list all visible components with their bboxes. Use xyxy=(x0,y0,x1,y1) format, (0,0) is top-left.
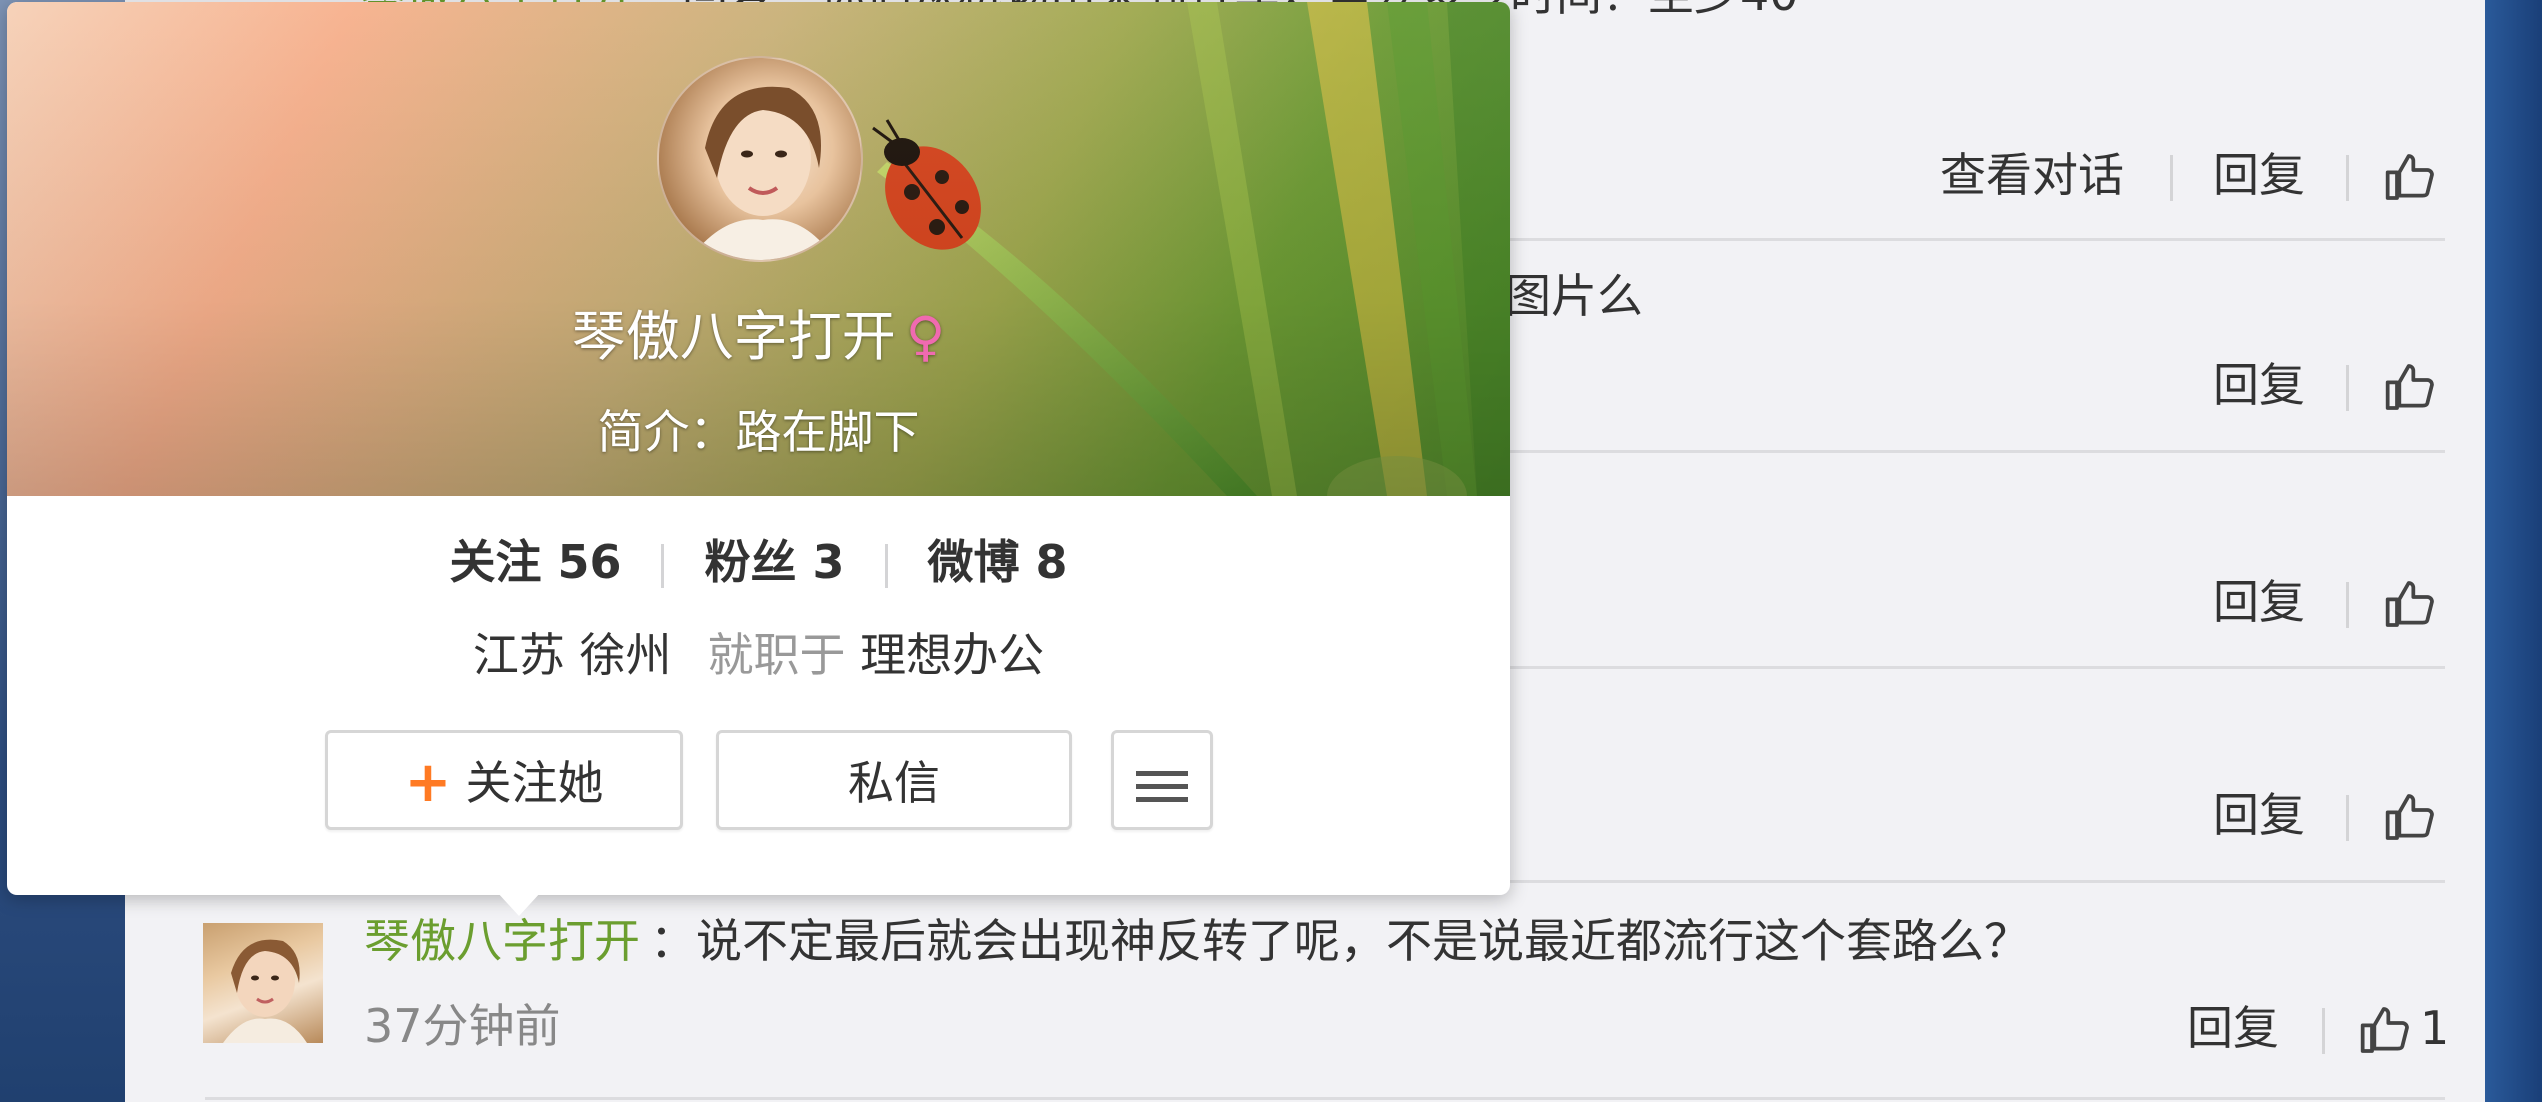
message-button[interactable]: 私信 xyxy=(716,730,1072,830)
action-separator xyxy=(2346,582,2349,628)
profile-avatar[interactable] xyxy=(657,56,863,262)
menu-icon xyxy=(1136,770,1188,802)
profile-name: 琴傲八字打开 ♀ xyxy=(7,302,1510,372)
reply-link[interactable]: 回复 xyxy=(2187,1000,2279,1056)
view-conversation-link[interactable]: 查看对话 xyxy=(1940,147,2124,203)
like-icon[interactable] xyxy=(2358,1002,2414,1058)
action-separator xyxy=(2322,1008,2325,1054)
weibo-count[interactable]: 微博 8 xyxy=(888,529,1108,595)
action-separator xyxy=(2346,155,2349,201)
like-icon[interactable] xyxy=(2383,789,2439,845)
like-icon[interactable] xyxy=(2383,359,2439,415)
reply-link[interactable]: 回复 xyxy=(2213,787,2305,843)
more-menu-button[interactable] xyxy=(1111,730,1213,830)
like-icon[interactable] xyxy=(2383,576,2439,632)
avatar-face-icon xyxy=(689,86,835,260)
reply-link[interactable]: 回复 xyxy=(2213,357,2305,413)
following-count[interactable]: 关注 56 xyxy=(409,529,661,595)
profile-location-line: 江苏 徐州 就职于 理想办公 xyxy=(7,622,1510,688)
work-prefix: 就职于 xyxy=(707,628,846,682)
reply-link[interactable]: 回复 xyxy=(2213,147,2305,203)
like-count: 1 xyxy=(2420,1001,2450,1055)
comment-text: ：说不定最后就会出现神反转了呢，不是说最近都流行这个套路么？ xyxy=(650,914,2030,968)
follow-button-label: 关注她 xyxy=(465,756,604,810)
comment-author-link[interactable]: 琴傲八字打开 xyxy=(364,911,640,971)
comment-text-partial: 图片么 xyxy=(1505,269,1643,323)
like-icon[interactable] xyxy=(2383,149,2439,205)
profile-name-text[interactable]: 琴傲八字打开 xyxy=(572,305,896,368)
profile-workplace: 理想办公 xyxy=(860,628,1045,682)
card-pointer-arrow xyxy=(497,892,541,916)
follow-button[interactable]: + 关注她 xyxy=(325,730,683,830)
profile-cover-image: 琴傲八字打开 ♀ 简介：路在脚下 xyxy=(7,2,1510,496)
profile-card: 琴傲八字打开 ♀ 简介：路在脚下 关注 56 粉丝 3 微博 8 江苏 徐州 就职于 理… xyxy=(7,2,1510,916)
reply-link[interactable]: 回复 xyxy=(2213,574,2305,630)
plus-icon: + xyxy=(404,750,452,815)
desktop-background-right xyxy=(2485,0,2542,1102)
action-separator xyxy=(2346,365,2349,411)
action-separator xyxy=(2170,155,2173,201)
comment-timestamp: 37分钟前 xyxy=(364,999,561,1053)
message-button-label: 私信 xyxy=(848,756,940,810)
profile-location: 江苏 徐州 xyxy=(472,628,672,682)
commenter-avatar[interactable] xyxy=(203,923,323,1043)
profile-stats: 关注 56 粉丝 3 微博 8 xyxy=(7,529,1510,595)
female-icon: ♀ xyxy=(905,305,946,368)
row-divider xyxy=(205,1097,2445,1100)
profile-bio: 简介：路在脚下 xyxy=(597,405,920,459)
action-separator xyxy=(2346,795,2349,841)
avatar-face-icon xyxy=(223,939,307,1043)
followers-count[interactable]: 粉丝 3 xyxy=(664,529,884,595)
